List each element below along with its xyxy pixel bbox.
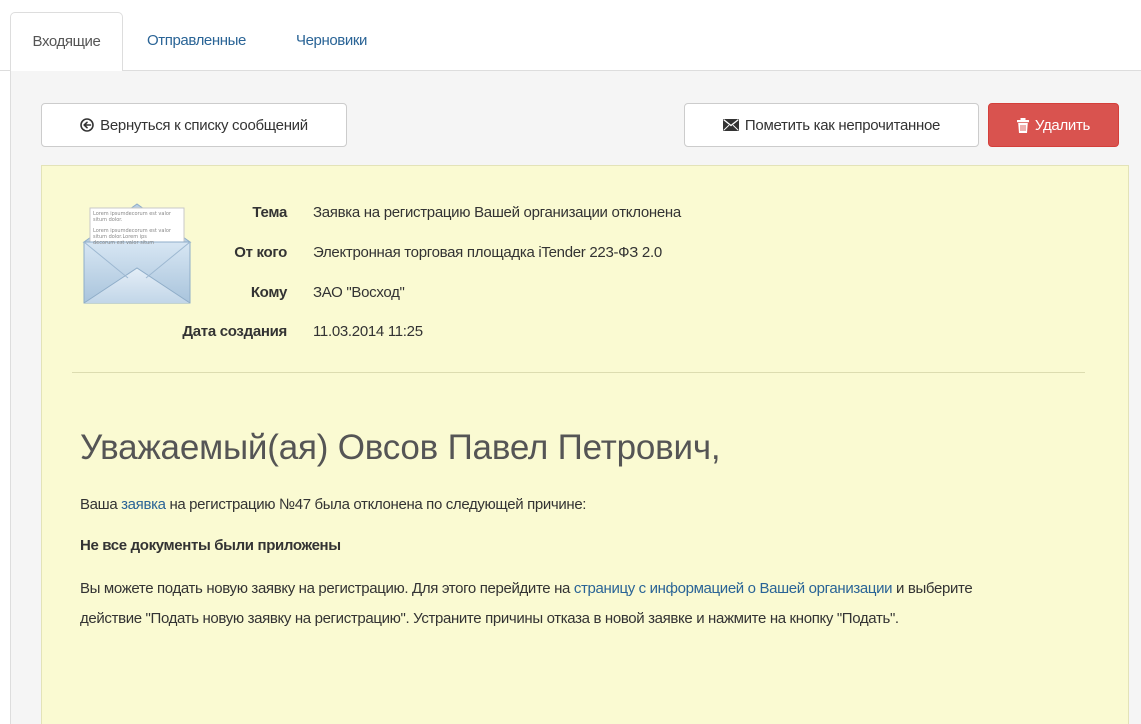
trash-icon <box>1016 117 1029 133</box>
created-label: Дата создания <box>182 323 287 340</box>
tab-inbox[interactable]: Входящие <box>10 12 123 72</box>
mark-unread-button[interactable]: Пометить как непрочитанное <box>684 103 979 147</box>
instructions-line-1: Вы можете подать новую заявку на регистр… <box>80 580 973 597</box>
from-value: Электронная торговая площадка iTender 22… <box>313 244 662 261</box>
delete-button[interactable]: Удалить <box>988 103 1119 147</box>
tab-sent[interactable]: Отправленные <box>147 12 246 72</box>
application-link[interactable]: заявка <box>121 496 166 513</box>
tab-bar: Входящие Отправленные Черновики <box>0 0 1141 72</box>
mark-unread-label: Пометить как непрочитанное <box>744 116 941 134</box>
circle-arrow-left-icon <box>80 118 94 132</box>
subject-value: Заявка на регистрацию Вашей организации … <box>313 204 681 221</box>
to-value: ЗАО "Восход" <box>313 284 405 301</box>
to-label: Кому <box>250 284 287 301</box>
envelope-icon <box>722 119 739 131</box>
back-to-list-button[interactable]: Вернуться к списку сообщений <box>41 103 347 147</box>
created-value: 11.03.2014 11:25 <box>313 323 423 340</box>
divider <box>72 372 1085 373</box>
tab-drafts[interactable]: Черновики <box>296 12 367 72</box>
from-label: От кого <box>234 244 287 261</box>
subject-label: Тема <box>252 204 287 221</box>
greeting-heading: Уважаемый(ая) Овсов Павел Петрович, <box>80 428 721 467</box>
instructions-line-2: действие "Подать новую заявку на регистр… <box>80 610 899 627</box>
envelope-letter-text: Lorem ipsumdecorum est valor situm dolor… <box>93 211 171 246</box>
back-to-list-label: Вернуться к списку сообщений <box>100 116 308 134</box>
organization-info-link[interactable]: страницу с информацией о Вашей организац… <box>574 580 893 597</box>
delete-label: Удалить <box>1034 116 1091 134</box>
reason-intro-paragraph: Ваша заявка на регистрацию №47 была откл… <box>80 496 587 513</box>
rejection-reason: Не все документы были приложены <box>80 537 341 554</box>
